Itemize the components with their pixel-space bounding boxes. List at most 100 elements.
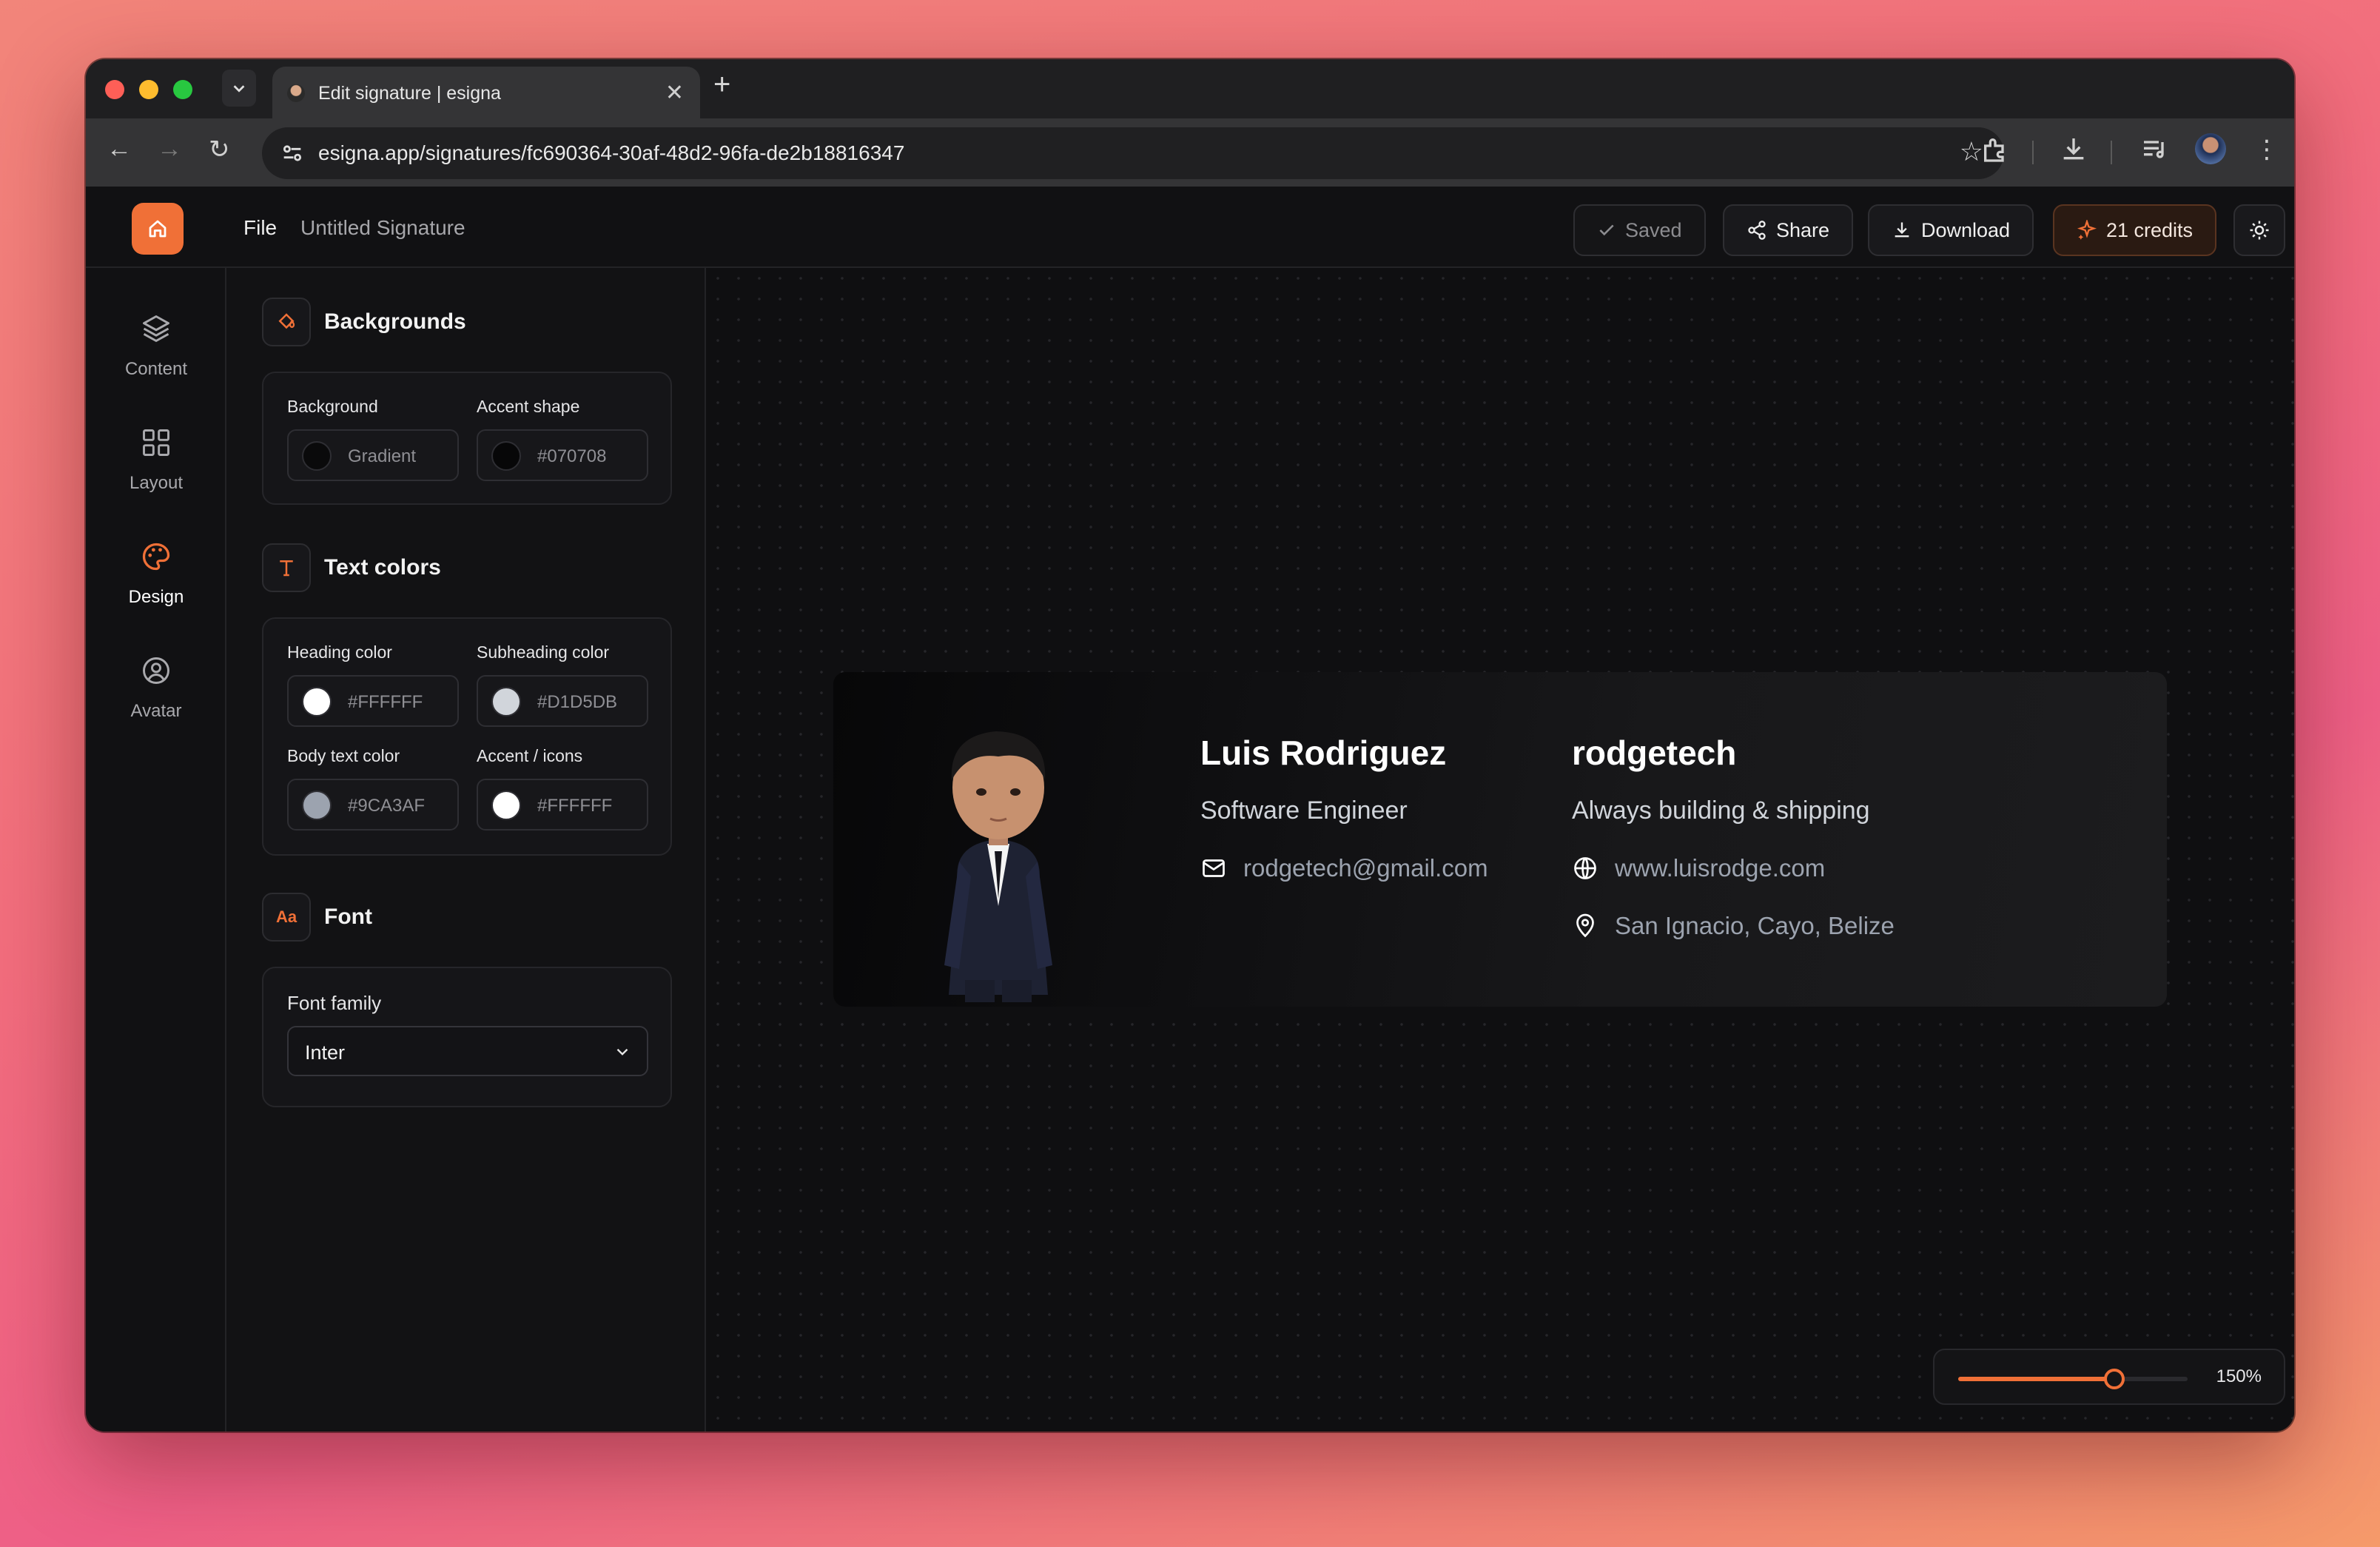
accent-icons-label: Accent / icons bbox=[477, 746, 583, 765]
rail-item-content[interactable]: Content bbox=[86, 312, 226, 380]
download-button[interactable]: Download bbox=[1868, 204, 2034, 256]
accent-icons-swatch[interactable] bbox=[491, 791, 521, 820]
signature-location: San Ignacio, Cayo, Belize bbox=[1615, 912, 1895, 939]
font-icon: Aa bbox=[262, 893, 311, 942]
signature-preview[interactable]: Luis Rodriguez rodgetech Software Engine… bbox=[833, 672, 2167, 1007]
signature-canvas[interactable]: Luis Rodriguez rodgetech Software Engine… bbox=[707, 268, 2294, 1432]
palette-icon bbox=[142, 543, 170, 571]
forward-icon[interactable]: → bbox=[157, 135, 182, 164]
left-rail: Content Layout Design Avatar bbox=[86, 268, 226, 1432]
body-text-color-swatch[interactable] bbox=[302, 791, 332, 820]
signature-website-row: www.luisrodge.com bbox=[1572, 854, 1825, 882]
paint-bucket-icon bbox=[262, 298, 311, 346]
site-settings-icon[interactable] bbox=[280, 141, 305, 166]
rail-item-avatar[interactable]: Avatar bbox=[86, 654, 226, 722]
share-label: Share bbox=[1776, 218, 1830, 241]
globe-icon bbox=[1574, 857, 1596, 879]
signature-website: www.luisrodge.com bbox=[1615, 854, 1826, 882]
signature-email: rodgetech@gmail.com bbox=[1243, 854, 1488, 882]
subheading-color-field[interactable]: #D1D5DB bbox=[477, 675, 648, 727]
tab-strip: Edit signature | esigna ✕ + bbox=[86, 59, 2294, 118]
zoom-slider[interactable] bbox=[1958, 1369, 2188, 1389]
rail-label-content: Content bbox=[124, 359, 188, 379]
download-icon bbox=[1895, 222, 1909, 238]
rail-label-layout: Layout bbox=[129, 473, 184, 493]
tab-search-button[interactable] bbox=[222, 70, 256, 107]
rail-item-design[interactable]: Design bbox=[86, 540, 226, 608]
media-controls-icon[interactable] bbox=[2140, 135, 2170, 164]
signature-company: rodgetech bbox=[1572, 734, 1737, 772]
signature-role: Software Engineer bbox=[1200, 796, 1408, 825]
toolbar-divider bbox=[2111, 141, 2112, 164]
font-family-label: Font family bbox=[287, 992, 382, 1014]
profile-avatar[interactable] bbox=[2195, 133, 2226, 164]
reload-icon[interactable]: ↻ bbox=[209, 135, 230, 164]
tab-title: Edit signature | esigna bbox=[318, 83, 501, 104]
rail-label-avatar: Avatar bbox=[130, 701, 182, 721]
heading-color-field[interactable]: #FFFFFF bbox=[287, 675, 459, 727]
file-menu[interactable]: File bbox=[243, 216, 277, 240]
text-colors-header: Text colors bbox=[262, 543, 441, 592]
layers-icon bbox=[143, 315, 169, 342]
user-circle-icon bbox=[143, 657, 169, 684]
signature-email-row: rodgetech@gmail.com bbox=[1200, 854, 1488, 882]
close-window-button[interactable] bbox=[105, 80, 124, 99]
download-label: Download bbox=[1921, 218, 2011, 241]
background-color-field[interactable]: Gradient bbox=[287, 429, 459, 481]
zoom-level: 150% bbox=[2216, 1366, 2262, 1386]
maximize-window-button[interactable] bbox=[173, 80, 192, 99]
credits-label: 21 credits bbox=[2106, 218, 2194, 241]
subheading-color-swatch[interactable] bbox=[491, 687, 521, 717]
app-header: File Untitled Signature Saved Share Down… bbox=[86, 187, 2294, 268]
document-name[interactable]: Untitled Signature bbox=[300, 216, 465, 240]
map-pin-icon bbox=[1576, 913, 1594, 938]
zoom-slider-thumb[interactable] bbox=[2103, 1369, 2125, 1389]
favicon-icon bbox=[287, 84, 305, 102]
accent-shape-swatch[interactable] bbox=[491, 441, 521, 471]
subheading-color-label: Subheading color bbox=[477, 642, 610, 662]
more-menu-icon[interactable]: ⋮ bbox=[2254, 135, 2279, 164]
font-family-value: Inter bbox=[305, 1041, 346, 1064]
signature-location-row: San Ignacio, Cayo, Belize bbox=[1572, 912, 1895, 940]
font-title: Font bbox=[324, 905, 372, 929]
share-button[interactable]: Share bbox=[1723, 204, 1854, 256]
minimize-window-button[interactable] bbox=[139, 80, 158, 99]
heading-color-swatch[interactable] bbox=[302, 687, 332, 717]
browser-toolbar: ← → ↻ esigna.app/signatures/fc690364-30a… bbox=[86, 118, 2294, 187]
address-bar[interactable]: esigna.app/signatures/fc690364-30af-48d2… bbox=[262, 127, 2004, 179]
toolbar-divider bbox=[2032, 141, 2034, 164]
home-button[interactable] bbox=[132, 203, 184, 255]
text-icon bbox=[262, 543, 311, 592]
accent-shape-color-field[interactable]: #070708 bbox=[477, 429, 648, 481]
rail-item-layout[interactable]: Layout bbox=[86, 426, 226, 494]
extensions-icon[interactable] bbox=[1980, 135, 2010, 164]
zoom-control: 150% bbox=[1933, 1349, 2285, 1405]
rail-label-design: Design bbox=[128, 587, 184, 607]
home-icon bbox=[149, 220, 167, 238]
body-text-color-field[interactable]: #9CA3AF bbox=[287, 779, 459, 830]
accent-icons-color-field[interactable]: #FFFFFF bbox=[477, 779, 648, 830]
downloads-icon[interactable] bbox=[2059, 135, 2088, 164]
signature-name: Luis Rodriguez bbox=[1200, 734, 1447, 772]
browser-tab[interactable]: Edit signature | esigna ✕ bbox=[272, 67, 700, 118]
share-icon bbox=[1748, 221, 1766, 240]
chevron-down-icon bbox=[616, 1048, 628, 1056]
body-text-color-label: Body text color bbox=[287, 746, 400, 765]
sparkles-icon bbox=[2077, 220, 2097, 240]
theme-toggle-button[interactable] bbox=[2233, 204, 2285, 256]
credits-button[interactable]: 21 credits bbox=[2053, 204, 2217, 256]
close-tab-icon[interactable]: ✕ bbox=[665, 80, 684, 106]
text-colors-title: Text colors bbox=[324, 555, 441, 580]
font-card: Font family Inter bbox=[262, 967, 672, 1107]
browser-window: Edit signature | esigna ✕ + ← → ↻ esigna… bbox=[86, 59, 2294, 1432]
design-panel: Backgrounds Background Accent shape Grad… bbox=[226, 268, 706, 1432]
signature-tagline: Always building & shipping bbox=[1572, 796, 1870, 825]
background-swatch[interactable] bbox=[302, 441, 332, 471]
back-icon[interactable]: ← bbox=[107, 135, 132, 164]
subheading-color-value: #D1D5DB bbox=[537, 692, 618, 712]
new-tab-button[interactable]: + bbox=[713, 68, 730, 101]
saved-button[interactable]: Saved bbox=[1573, 204, 1706, 256]
font-family-select[interactable]: Inter bbox=[287, 1026, 648, 1076]
chevron-down-icon bbox=[233, 85, 245, 93]
accent-shape-label: Accent shape bbox=[477, 397, 580, 416]
